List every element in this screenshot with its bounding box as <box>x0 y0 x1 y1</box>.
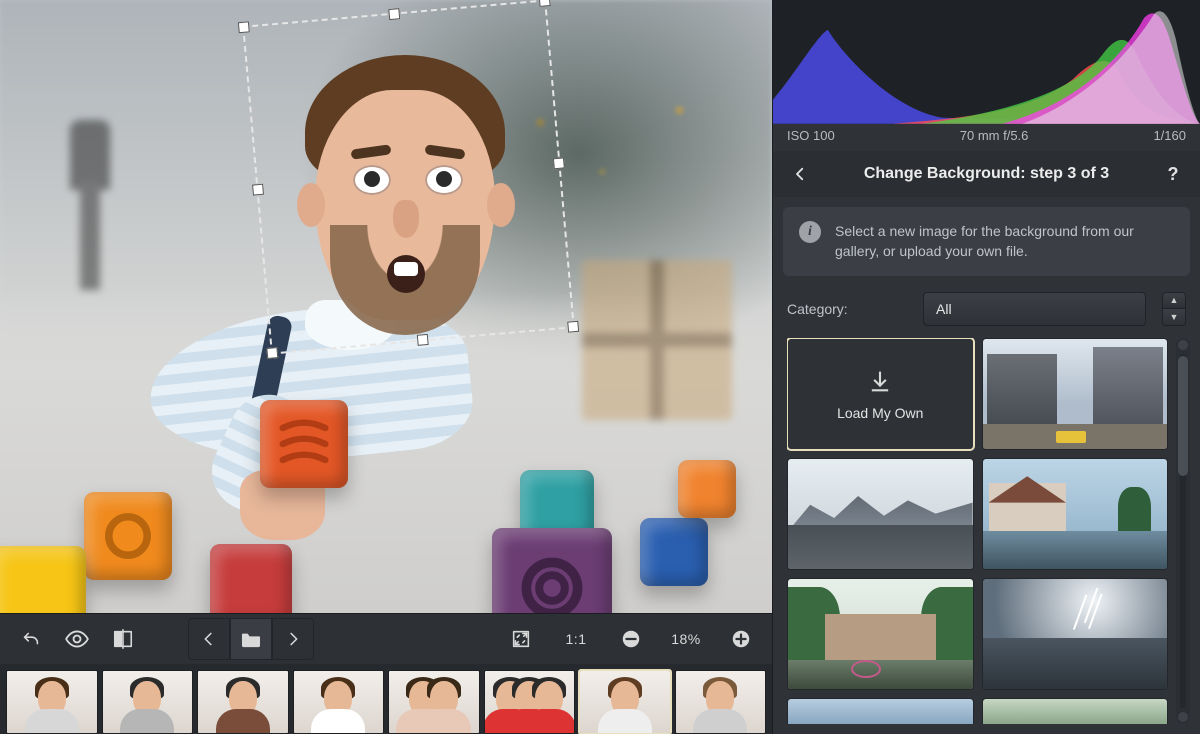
back-button[interactable] <box>787 161 813 187</box>
cube <box>640 518 708 586</box>
exif-row: ISO 100 70 mm f/5.6 1/160 <box>773 124 1200 151</box>
filmstrip-thumb[interactable] <box>388 670 480 734</box>
category-stepper[interactable]: ▲ ▼ <box>1162 292 1186 326</box>
zoom-in-button[interactable] <box>720 618 762 660</box>
browse-button[interactable] <box>230 618 272 660</box>
cube <box>0 546 86 613</box>
gallery-scrollbar[interactable] <box>1176 338 1190 724</box>
category-value: All <box>936 301 952 317</box>
category-label: Category: <box>787 301 907 317</box>
undo-button[interactable] <box>10 618 52 660</box>
resize-handle[interactable] <box>238 21 250 33</box>
resize-handle[interactable] <box>539 0 551 7</box>
stepper-down[interactable]: ▼ <box>1163 309 1185 325</box>
gallery-item[interactable] <box>982 458 1169 570</box>
side-panel: ISO 100 70 mm f/5.6 1/160 Change Backgro… <box>772 0 1200 734</box>
filmstrip-thumb[interactable] <box>484 670 576 734</box>
zoom-out-button[interactable] <box>610 618 652 660</box>
cube <box>492 528 612 613</box>
exif-shutter: 1/160 <box>1153 128 1186 143</box>
gallery-item[interactable] <box>982 698 1169 724</box>
cube <box>210 544 292 613</box>
editor-pane: 1:1 18% <box>0 0 772 734</box>
exif-lens: 70 mm f/5.6 <box>960 128 1029 143</box>
panel-hint: i Select a new image for the background … <box>783 207 1190 276</box>
gallery-item[interactable] <box>982 338 1169 450</box>
resize-handle[interactable] <box>252 184 264 196</box>
gallery-item[interactable] <box>787 578 974 690</box>
compare-button[interactable] <box>102 618 144 660</box>
cube-held <box>260 400 348 488</box>
scrollbar-thumb[interactable] <box>1178 356 1188 476</box>
canvas-toolbar: 1:1 18% <box>0 614 772 664</box>
background-gallery: Load My Own <box>787 338 1168 724</box>
resize-handle[interactable] <box>388 8 400 20</box>
hint-text: Select a new image for the background fr… <box>835 221 1174 262</box>
filmstrip-thumb[interactable] <box>6 670 98 734</box>
help-button[interactable]: ? <box>1160 161 1186 187</box>
panel-header: Change Background: step 3 of 3 ? <box>773 151 1200 197</box>
filmstrip-thumb[interactable] <box>293 670 385 734</box>
next-image-button[interactable] <box>272 618 314 660</box>
load-own-label: Load My Own <box>837 405 923 421</box>
gallery-item[interactable] <box>982 578 1169 690</box>
cube <box>84 492 172 580</box>
aspect-ratio-label[interactable]: 1:1 <box>546 631 606 647</box>
zoom-level[interactable]: 18% <box>656 631 716 647</box>
filmstrip-thumb[interactable] <box>102 670 194 734</box>
histogram <box>773 0 1200 124</box>
exif-iso: ISO 100 <box>787 128 835 143</box>
subject-head[interactable] <box>275 55 535 355</box>
preview-toggle[interactable] <box>56 618 98 660</box>
stepper-up[interactable]: ▲ <box>1163 293 1185 310</box>
filmstrip-thumb[interactable] <box>579 670 671 734</box>
resize-handle[interactable] <box>553 157 565 169</box>
canvas[interactable] <box>0 0 772 613</box>
filmstrip-thumb[interactable] <box>675 670 767 734</box>
gallery-item[interactable] <box>787 458 974 570</box>
category-select[interactable]: All <box>923 292 1146 326</box>
panel-title: Change Background: step 3 of 3 <box>823 165 1150 183</box>
cube <box>678 460 736 518</box>
gallery-load-own[interactable]: Load My Own <box>787 338 974 450</box>
filmstrip[interactable] <box>0 664 772 734</box>
info-icon: i <box>799 221 821 243</box>
fit-screen-button[interactable] <box>500 618 542 660</box>
gallery-item[interactable] <box>787 698 974 724</box>
prev-image-button[interactable] <box>188 618 230 660</box>
filmstrip-thumb[interactable] <box>197 670 289 734</box>
